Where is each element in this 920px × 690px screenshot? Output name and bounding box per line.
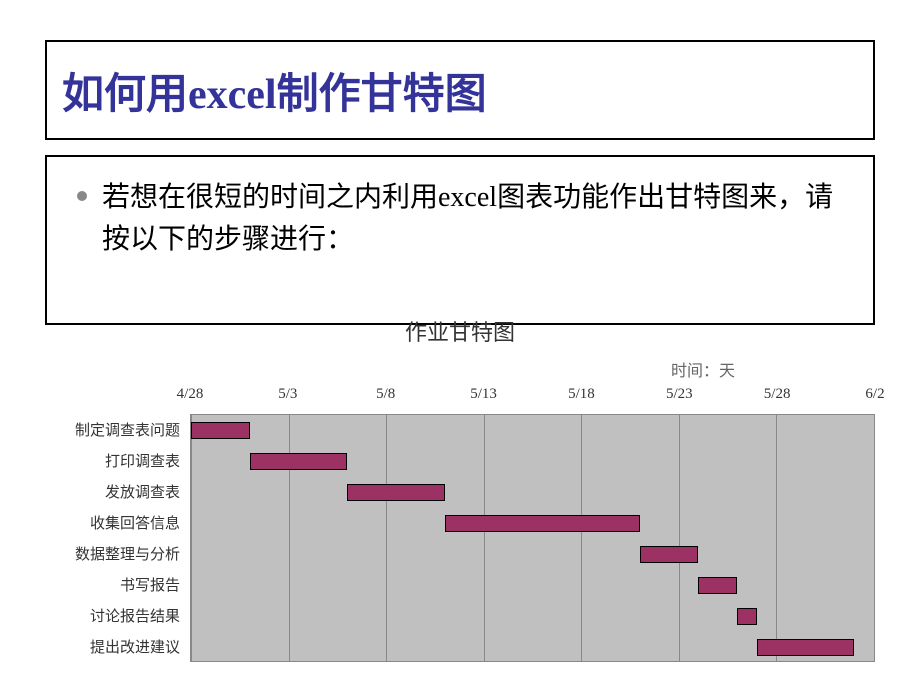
x-axis-tick: 5/13 — [470, 386, 497, 403]
gantt-chart: 作业甘特图 时间：天 制定调查表问题打印调查表发放调查表收集回答信息数据整理与分… — [45, 315, 875, 662]
gantt-bar — [347, 484, 445, 501]
plot-area: 4/285/35/85/135/185/235/286/2 — [190, 386, 875, 662]
chart-area: 制定调查表问题打印调查表发放调查表收集回答信息数据整理与分析书写报告讨论报告结果… — [45, 386, 875, 662]
gantt-bar — [640, 546, 699, 563]
y-axis-label: 制定调查表问题 — [45, 414, 190, 445]
gantt-row — [191, 477, 874, 508]
chart-title: 作业甘特图 — [45, 315, 875, 347]
y-axis-label: 提出改进建议 — [45, 631, 190, 662]
y-axis-label: 收集回答信息 — [45, 507, 190, 538]
gantt-row — [191, 508, 874, 539]
gantt-bar — [445, 515, 640, 532]
bullet-icon — [77, 191, 87, 201]
slide-title-box: 如何用excel制作甘特图 — [45, 40, 875, 140]
x-axis-tick: 5/28 — [764, 386, 791, 403]
gantt-bar — [757, 639, 855, 656]
slide-title: 如何用excel制作甘特图 — [62, 60, 487, 121]
gantt-row — [191, 601, 874, 632]
x-axis: 4/285/35/85/135/185/235/286/2 — [190, 386, 875, 414]
bullet-item: 若想在很短的时间之内利用excel图表功能作出甘特图来，请按以下的步骤进行： — [77, 177, 843, 261]
plot-grid — [190, 414, 875, 662]
chart-subtitle: 时间：天 — [45, 357, 875, 381]
gantt-row — [191, 632, 874, 663]
gantt-row — [191, 415, 874, 446]
y-axis-label: 讨论报告结果 — [45, 600, 190, 631]
gantt-row — [191, 570, 874, 601]
y-axis-labels: 制定调查表问题打印调查表发放调查表收集回答信息数据整理与分析书写报告讨论报告结果… — [45, 386, 190, 662]
y-axis-label: 数据整理与分析 — [45, 538, 190, 569]
bullet-text: 若想在很短的时间之内利用excel图表功能作出甘特图来，请按以下的步骤进行： — [102, 177, 843, 261]
y-axis-label: 发放调查表 — [45, 476, 190, 507]
gantt-row — [191, 539, 874, 570]
slide-content-box: 若想在很短的时间之内利用excel图表功能作出甘特图来，请按以下的步骤进行： — [45, 155, 875, 325]
x-axis-tick: 5/18 — [568, 386, 595, 403]
y-axis-label: 书写报告 — [45, 569, 190, 600]
y-axis-label: 打印调查表 — [45, 445, 190, 476]
grid-line — [874, 415, 875, 661]
gantt-row — [191, 446, 874, 477]
gantt-bar — [191, 422, 250, 439]
gantt-bar — [698, 577, 737, 594]
x-axis-tick: 5/3 — [278, 386, 297, 403]
x-axis-tick: 4/28 — [177, 386, 204, 403]
x-axis-tick: 5/8 — [376, 386, 395, 403]
x-axis-tick: 5/23 — [666, 386, 693, 403]
gantt-bar — [737, 608, 757, 625]
x-axis-tick: 6/2 — [865, 386, 884, 403]
gantt-bar — [250, 453, 348, 470]
